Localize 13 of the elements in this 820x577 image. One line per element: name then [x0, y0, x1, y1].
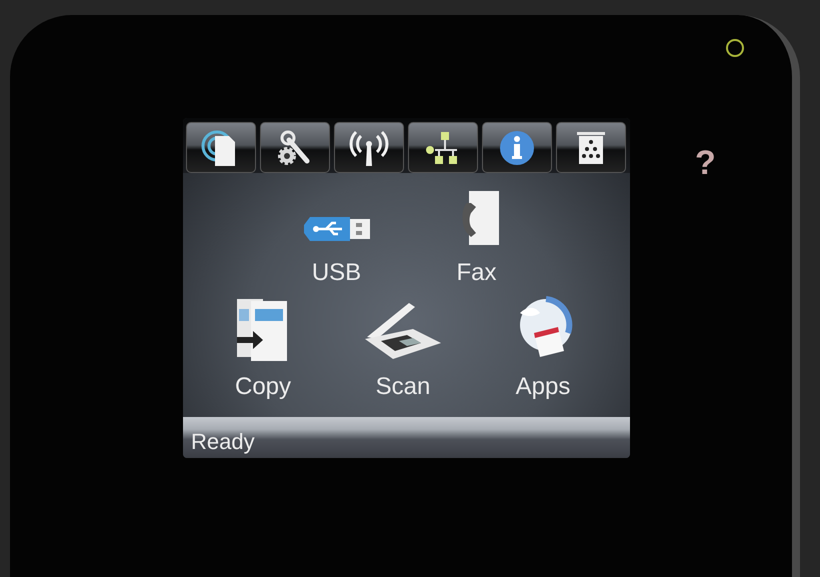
web-services-button[interactable]: [186, 122, 256, 173]
supplies-button[interactable]: [556, 122, 626, 173]
status-text: Ready: [191, 429, 255, 455]
copy-app-button[interactable]: Copy: [193, 291, 333, 401]
help-button[interactable]: ?: [695, 146, 716, 180]
fax-app-button[interactable]: Fax: [406, 185, 546, 287]
network-button[interactable]: [408, 122, 478, 173]
setup-button[interactable]: [260, 122, 330, 173]
usb-app-button[interactable]: USB: [266, 185, 406, 287]
apps-app-button[interactable]: Apps: [473, 291, 613, 401]
scan-app-button[interactable]: Scan: [333, 291, 473, 401]
info-button[interactable]: [482, 122, 552, 173]
wireless-button[interactable]: [334, 122, 404, 173]
